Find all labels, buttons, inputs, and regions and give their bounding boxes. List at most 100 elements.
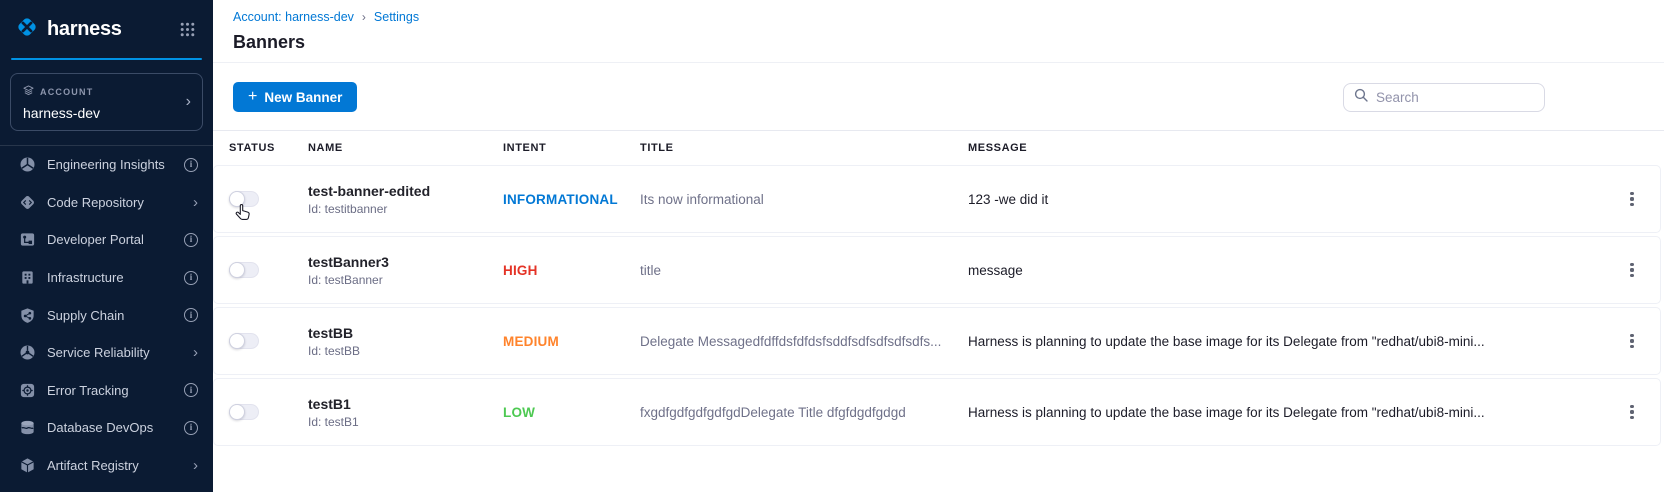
sidebar: harness ACCOUNT harness-dev [0, 0, 213, 492]
row-menu-button[interactable] [1619, 184, 1645, 214]
toggle-knob [229, 191, 245, 207]
sidebar-item-code-repository[interactable]: Code Repository [0, 184, 213, 222]
toggle-knob [229, 333, 245, 349]
info-icon[interactable] [184, 233, 198, 247]
intent-badge: LOW [503, 405, 640, 420]
sidebar-item-artifact-registry[interactable]: Artifact Registry [0, 447, 213, 485]
toggle-knob [229, 404, 245, 420]
sidebar-header: harness [0, 0, 213, 58]
harness-logo-text: harness [47, 18, 122, 41]
banner-message: message [968, 263, 1619, 278]
banner-title: fxgdfgdfgdfgdfgdDelegate Title dfgfdgdfg… [640, 405, 968, 420]
column-header-name: NAME [308, 142, 503, 154]
module-grid-icon[interactable] [178, 20, 197, 39]
info-icon[interactable] [184, 308, 198, 322]
error-tracking-icon [18, 381, 36, 399]
breadcrumb-settings-link[interactable]: Settings [374, 10, 419, 24]
column-header-title: TITLE [640, 142, 968, 154]
chevron-right-icon[interactable] [193, 345, 198, 360]
status-toggle[interactable] [229, 404, 259, 420]
row-menu-button[interactable] [1619, 326, 1645, 356]
banner-name: testBB [308, 325, 503, 341]
harness-logo-icon [14, 14, 40, 45]
banner-id: Id: testBanner [308, 273, 503, 287]
column-header-message: MESSAGE [968, 142, 1619, 154]
sidebar-item-label: Error Tracking [47, 383, 173, 398]
sidebar-item-label: Supply Chain [47, 308, 173, 323]
banners-table: STATUS NAME INTENT TITLE MESSAGE test-ba… [213, 131, 1661, 449]
sidebar-item-database-devops[interactable]: Database DevOps [0, 409, 213, 447]
chevron-right-icon[interactable] [193, 195, 198, 210]
developer-portal-icon [18, 231, 36, 249]
status-toggle[interactable] [229, 333, 259, 349]
banner-title: title [640, 263, 968, 278]
harness-logo[interactable]: harness [14, 14, 122, 45]
plus-icon: + [248, 89, 257, 105]
account-name: harness-dev [23, 105, 176, 121]
table-row[interactable]: testBB Id: testBB MEDIUM Delegate Messag… [213, 307, 1661, 375]
status-toggle[interactable] [229, 191, 259, 207]
chevron-right-icon[interactable] [193, 458, 198, 473]
banner-id: Id: testB1 [308, 415, 503, 429]
status-toggle[interactable] [229, 262, 259, 278]
banner-name: testB1 [308, 396, 503, 412]
sidebar-item-error-tracking[interactable]: Error Tracking [0, 372, 213, 410]
account-layers-icon [23, 83, 34, 101]
main-content: Account: harness-dev › Settings Banners … [213, 0, 1664, 492]
table-row[interactable]: test-banner-edited Id: testitbanner INFO… [213, 165, 1661, 233]
sidebar-item-label: Infrastructure [47, 270, 173, 285]
table-row[interactable]: testB1 Id: testB1 LOW fxgdfgdfgdfgdfgdDe… [213, 378, 1661, 446]
search-input[interactable] [1376, 90, 1534, 105]
account-selector[interactable]: ACCOUNT harness-dev [10, 73, 203, 131]
intent-badge: MEDIUM [503, 334, 640, 349]
header-divider [213, 62, 1664, 63]
database-devops-icon [18, 419, 36, 437]
new-banner-button[interactable]: + New Banner [233, 82, 357, 112]
toggle-knob [229, 262, 245, 278]
banner-id: Id: testBB [308, 344, 503, 358]
sidebar-item-infrastructure[interactable]: Infrastructure [0, 259, 213, 297]
search-box[interactable] [1343, 83, 1545, 112]
sidebar-accent-line [11, 58, 202, 60]
sidebar-nav: Engineering Insights Code Repository Dev… [0, 146, 213, 484]
row-menu-button[interactable] [1619, 255, 1645, 285]
banner-message: Harness is planning to update the base i… [968, 405, 1619, 420]
column-header-status: STATUS [229, 142, 308, 154]
info-icon[interactable] [184, 158, 198, 172]
table-row[interactable]: testBanner3 Id: testBanner HIGH title me… [213, 236, 1661, 304]
banner-message: Harness is planning to update the base i… [968, 334, 1619, 349]
intent-badge: HIGH [503, 263, 640, 278]
app-root: harness ACCOUNT harness-dev [0, 0, 1664, 492]
sidebar-item-label: Engineering Insights [47, 157, 173, 172]
banner-name: test-banner-edited [308, 183, 503, 199]
search-icon [1354, 88, 1368, 107]
sidebar-item-supply-chain[interactable]: Supply Chain [0, 296, 213, 334]
sidebar-item-label: Database DevOps [47, 420, 173, 435]
supply-chain-icon [18, 306, 36, 324]
infrastructure-icon [18, 269, 36, 287]
artifact-registry-icon [18, 457, 36, 475]
sidebar-item-engineering-insights[interactable]: Engineering Insights [0, 146, 213, 184]
intent-badge: INFORMATIONAL [503, 192, 640, 207]
info-icon[interactable] [184, 383, 198, 397]
column-header-intent: INTENT [503, 142, 640, 154]
row-menu-button[interactable] [1619, 397, 1645, 427]
sidebar-item-service-reliability[interactable]: Service Reliability [0, 334, 213, 372]
sidebar-item-developer-portal[interactable]: Developer Portal [0, 221, 213, 259]
banner-id: Id: testitbanner [308, 202, 503, 216]
sidebar-item-label: Service Reliability [47, 345, 182, 360]
account-label: ACCOUNT [40, 87, 93, 97]
breadcrumb-separator: › [362, 10, 366, 24]
chevron-right-icon [186, 94, 191, 110]
new-banner-label: New Banner [264, 90, 342, 105]
info-icon[interactable] [184, 271, 198, 285]
info-icon[interactable] [184, 421, 198, 435]
banner-title: Delegate Messagedfdffdsfdfdsfsddfsdfsdfs… [640, 334, 968, 349]
sidebar-item-label: Artifact Registry [47, 458, 182, 473]
page-title: Banners [233, 32, 305, 53]
breadcrumb-account-link[interactable]: Account: harness-dev [233, 10, 354, 24]
sidebar-item-label: Developer Portal [47, 232, 173, 247]
banner-name: testBanner3 [308, 254, 503, 270]
service-reliability-icon [18, 344, 36, 362]
breadcrumb: Account: harness-dev › Settings [233, 10, 419, 24]
